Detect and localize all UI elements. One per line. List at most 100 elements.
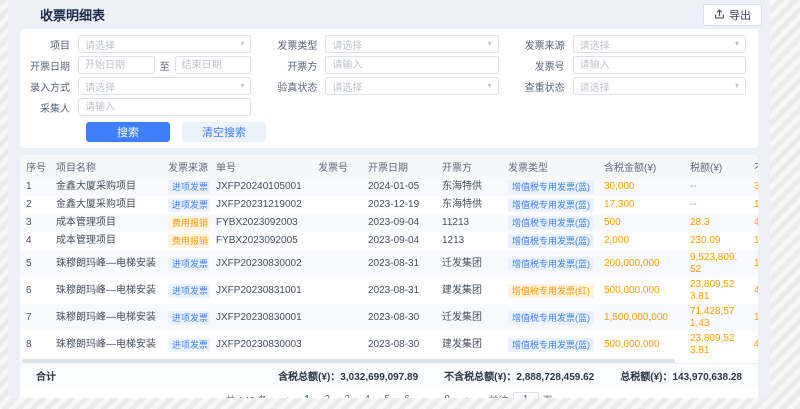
cell-type: 增值税专用发票(蓝) xyxy=(502,178,598,196)
cell-project: 珠穆朗玛峰—电梯安装 xyxy=(50,304,162,331)
cell-tax: 23,809,523.81 xyxy=(684,277,748,304)
type-tag: 增值税专用发票(蓝) xyxy=(508,234,594,248)
filter-field-entry-method: 录入方式 请选择 ▾ xyxy=(26,77,251,95)
filter-field-dup-check: 查重状态 请选择 ▾ xyxy=(521,77,746,95)
goto-page: 前往 页 xyxy=(489,392,553,399)
filter-field-verify-status: 验真状态 请选择 ▾ xyxy=(273,77,498,95)
filter-panel: 项目 请选择 ▾ 发票类型 请选择 ▾ 发票来源 请选择 ▾ xyxy=(20,29,758,148)
filter-field-collector: 采集人 xyxy=(26,98,251,116)
invoice-source-select[interactable]: 请选择 ▾ xyxy=(573,35,746,53)
scrollbar-thumb[interactable] xyxy=(22,359,675,363)
column-header: 开票日期 xyxy=(362,155,436,178)
issuer-input[interactable] xyxy=(325,56,498,74)
source-tag: 进项发票 xyxy=(168,180,210,194)
horizontal-scrollbar[interactable] xyxy=(22,359,756,363)
cell-invoice-no xyxy=(312,331,362,358)
next-page-button[interactable]: › xyxy=(459,391,476,398)
cell-invoice-no xyxy=(312,304,362,331)
page-ellipsis[interactable]: ... xyxy=(419,391,436,398)
verify-status-select[interactable]: 请选择 ▾ xyxy=(325,77,498,95)
filter-field-invoice-type: 发票类型 请选择 ▾ xyxy=(273,35,498,53)
cell-no: 6 xyxy=(20,277,50,304)
summary-label: 合计 xyxy=(36,368,56,383)
cell-source: 进项发票 xyxy=(162,304,210,331)
goto-suffix: 页 xyxy=(543,392,553,398)
date-start-input[interactable] xyxy=(78,56,155,74)
table-row[interactable]: 8珠穆朗玛峰—电梯安装进项发票JXFP202308300032023-08-30… xyxy=(20,331,758,358)
table-body: 1金鑫大厦采购项目进项发票JXFP202401050012024-01-05东海… xyxy=(20,178,758,358)
column-header: 开票方 xyxy=(436,155,502,178)
cell-project: 成本管理项目 xyxy=(50,232,162,250)
cell-net: 476,190,476.19 xyxy=(748,331,758,358)
invoice-no-input[interactable] xyxy=(573,56,746,74)
page-button[interactable]: 5 xyxy=(379,391,396,398)
source-tag: 费用报销 xyxy=(168,216,210,230)
project-label: 项目 xyxy=(26,37,78,52)
invoice-type-select[interactable]: 请选择 ▾ xyxy=(325,35,498,53)
cell-project: 珠穆朗玛峰—电梯安装 xyxy=(50,250,162,277)
table-row[interactable]: 5珠穆朗玛峰—电梯安装进项发票JXFP202308300022023-08-31… xyxy=(20,250,758,277)
table-row[interactable]: 3成本管理项目费用报销FYBX20230920032023-09-0411213… xyxy=(20,214,758,232)
project-select[interactable]: 请选择 ▾ xyxy=(78,35,251,53)
cell-source: 进项发票 xyxy=(162,331,210,358)
page-button[interactable]: 6 xyxy=(399,391,416,398)
cell-order-no: JXFP20231219002 xyxy=(210,196,312,214)
table-row[interactable]: 4成本管理项目费用报销FYBX20230920052023-09-041213增… xyxy=(20,232,758,250)
prev-page-button[interactable]: ‹ xyxy=(279,391,296,398)
verify-status-label: 验真状态 xyxy=(273,79,325,94)
goto-label: 前往 xyxy=(489,392,509,398)
cell-tax: -- xyxy=(684,178,748,196)
cell-no: 5 xyxy=(20,250,50,277)
cell-invoice-no xyxy=(312,214,362,232)
filter-field-project: 项目 请选择 ▾ xyxy=(26,35,251,53)
chevron-down-icon: ▾ xyxy=(735,82,739,90)
table-row[interactable]: 2金鑫大厦采购项目进项发票JXFP202312190022023-12-19东海… xyxy=(20,196,758,214)
cell-source: 进项发票 xyxy=(162,277,210,304)
cell-net: 1,428,571,428.57 xyxy=(748,304,758,331)
filter-grid: 项目 请选择 ▾ 发票类型 请选择 ▾ 发票来源 请选择 ▾ xyxy=(26,35,746,116)
export-button[interactable]: 导出 xyxy=(703,4,762,26)
cell-amount: 1,500,000,000 xyxy=(598,304,684,331)
cell-invoice-no xyxy=(312,250,362,277)
dup-check-select[interactable]: 请选择 ▾ xyxy=(573,77,746,95)
cell-type: 增值税专用发票(蓝) xyxy=(502,214,598,232)
cell-issuer: 1213 xyxy=(436,232,502,250)
collector-label: 采集人 xyxy=(26,100,78,115)
page-button[interactable]: 4 xyxy=(359,391,376,398)
goto-page-input[interactable] xyxy=(513,392,539,399)
filter-buttons: 搜索 清空搜索 xyxy=(86,122,746,142)
page-button[interactable]: 2 xyxy=(319,391,336,398)
cell-amount: 200,000,000 xyxy=(598,250,684,277)
table-row[interactable]: 7珠穆朗玛峰—电梯安装进项发票JXFP202308300012023-08-30… xyxy=(20,304,758,331)
filter-field-invoice-no: 发票号 xyxy=(521,56,746,74)
page-button[interactable]: 3 xyxy=(339,391,356,398)
entry-method-select[interactable]: 请选择 ▾ xyxy=(78,77,251,95)
table-scroll-area[interactable]: 序号项目名称发票来源单号发票号开票日期开票方发票类型含税金额(¥)税额(¥)不含… xyxy=(20,155,758,358)
invoice-source-label: 发票来源 xyxy=(521,37,573,52)
collector-input[interactable] xyxy=(78,98,251,116)
table-row[interactable]: 6珠穆朗玛峰—电梯安装进项发票JXFP202308310012023-08-31… xyxy=(20,277,758,304)
cell-invoice-no xyxy=(312,232,362,250)
column-header: 发票来源 xyxy=(162,155,210,178)
cell-source: 进项发票 xyxy=(162,250,210,277)
search-button[interactable]: 搜索 xyxy=(86,122,170,142)
page-button[interactable]: 8 xyxy=(439,391,456,398)
cell-order-no: JXFP20230830003 xyxy=(210,331,312,358)
invoice-table-card: 序号项目名称发票来源单号发票号开票日期开票方发票类型含税金额(¥)税额(¥)不含… xyxy=(20,155,758,398)
total-tax: 总税额(¥)：143,970,638.28 xyxy=(620,368,742,383)
clear-search-button[interactable]: 清空搜索 xyxy=(182,122,266,142)
cell-source: 进项发票 xyxy=(162,196,210,214)
cell-type: 增值税专用发票(蓝) xyxy=(502,304,598,331)
cell-source: 费用报销 xyxy=(162,214,210,232)
table-row[interactable]: 1金鑫大厦采购项目进项发票JXFP202401050012024-01-05东海… xyxy=(20,178,758,196)
cell-date: 2023-08-31 xyxy=(362,277,436,304)
invoice-no-label: 发票号 xyxy=(521,58,573,73)
date-end-input[interactable] xyxy=(175,56,252,74)
cell-issuer: 建发集团 xyxy=(436,277,502,304)
invoice-table: 序号项目名称发票来源单号发票号开票日期开票方发票类型含税金额(¥)税额(¥)不含… xyxy=(20,155,758,358)
page-button[interactable]: 1 xyxy=(299,391,316,398)
column-header: 含税金额(¥) xyxy=(598,155,684,178)
page-title: 收票明细表 xyxy=(40,5,105,24)
cell-no: 1 xyxy=(20,178,50,196)
chevron-down-icon: ▾ xyxy=(488,82,492,90)
